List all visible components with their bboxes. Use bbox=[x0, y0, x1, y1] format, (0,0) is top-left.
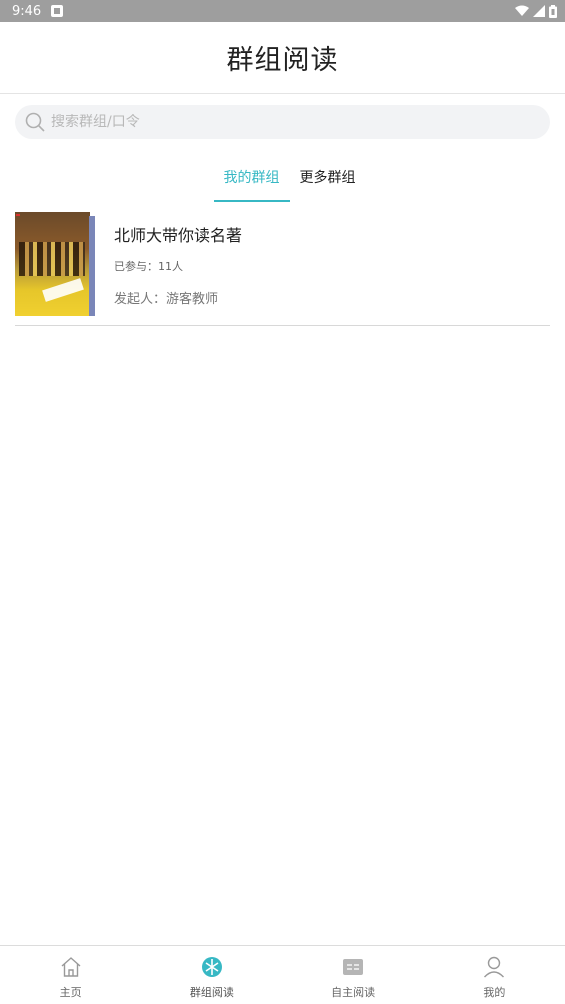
notification-icon bbox=[51, 5, 64, 17]
nav-group-reading-label: 群组阅读 bbox=[189, 986, 234, 999]
group-list: 北师大带你读名著 已参与：11人 发起人：游客教师 bbox=[15, 208, 550, 326]
cover-illustration bbox=[19, 242, 85, 276]
home-icon bbox=[59, 955, 83, 979]
nav-profile-label: 我的 bbox=[483, 986, 506, 999]
signal-icon bbox=[533, 5, 545, 17]
nav-self-reading-label: 自主阅读 bbox=[331, 986, 376, 999]
book-spine bbox=[89, 216, 95, 316]
nav-group-reading[interactable]: 群组阅读 bbox=[141, 946, 282, 1004]
group-name: 北师大带你读名著 bbox=[114, 226, 243, 245]
tab-more-groups[interactable]: 更多群组 bbox=[290, 158, 366, 202]
group-founder: 发起人：游客教师 bbox=[114, 292, 219, 307]
status-bar: 9:46 bbox=[0, 0, 565, 22]
nav-home[interactable]: 主页 bbox=[0, 946, 141, 1004]
nav-home-label: 主页 bbox=[59, 986, 82, 999]
app-header: 群组阅读 bbox=[0, 22, 565, 94]
tab-my-groups[interactable]: 我的群组 bbox=[213, 158, 290, 202]
bottom-nav: 主页 群组阅读 自主阅读 我的 bbox=[0, 945, 565, 1004]
wifi-icon bbox=[515, 5, 529, 16]
group-info: 北师大带你读名著 已参与：11人 发起人：游客教师 bbox=[114, 222, 242, 307]
nav-profile[interactable]: 我的 bbox=[424, 946, 565, 1004]
group-list-item[interactable]: 北师大带你读名著 已参与：11人 发起人：游客教师 bbox=[15, 208, 550, 326]
search-bar[interactable] bbox=[15, 105, 550, 139]
group-tabs: 我的群组 更多群组 bbox=[0, 158, 565, 202]
self-reading-icon bbox=[341, 955, 365, 979]
cover-band bbox=[42, 278, 84, 302]
status-indicators bbox=[515, 4, 557, 18]
group-members: 已参与：11人 bbox=[114, 260, 183, 273]
cover-tag bbox=[16, 214, 20, 216]
book-cover bbox=[15, 212, 97, 316]
search-input[interactable] bbox=[51, 114, 531, 130]
profile-icon bbox=[482, 955, 506, 979]
search-icon bbox=[25, 112, 45, 132]
book-cover-image bbox=[15, 212, 90, 316]
group-reading-icon bbox=[200, 955, 224, 979]
status-time: 9:46 bbox=[12, 3, 42, 19]
battery-icon bbox=[549, 4, 557, 18]
nav-self-reading[interactable]: 自主阅读 bbox=[283, 946, 424, 1004]
page-title: 群组阅读 bbox=[226, 45, 339, 76]
